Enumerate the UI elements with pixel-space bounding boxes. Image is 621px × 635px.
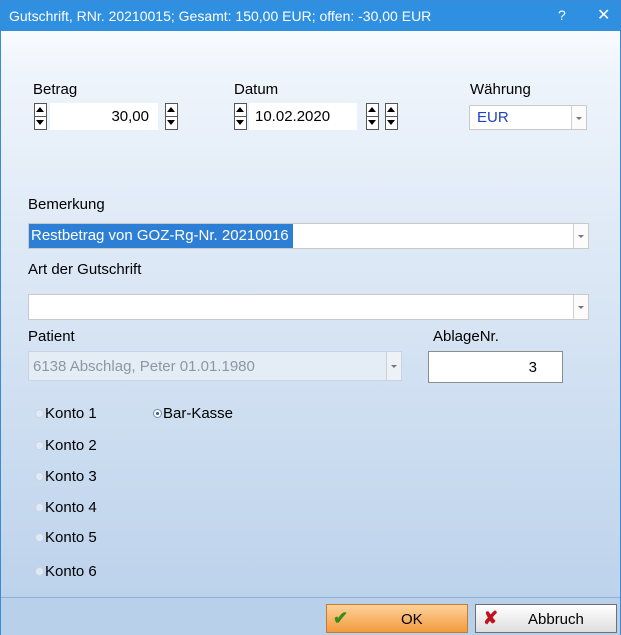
close-button[interactable]: ✕: [597, 5, 610, 25]
gutschrift-dialog: Gutschrift, RNr. 20210015; Gesamt: 150,0…: [0, 0, 621, 635]
spin-up-icon[interactable]: [386, 104, 397, 117]
ablage-label: AblageNr.: [433, 328, 499, 345]
radio-icon[interactable]: [35, 472, 44, 481]
chevron-down-icon[interactable]: [573, 295, 588, 319]
waehrung-select[interactable]: EUR: [469, 105, 587, 130]
spin-up-icon[interactable]: [367, 104, 378, 117]
spin-up-icon[interactable]: [166, 104, 177, 117]
cancel-label: Abbruch: [528, 611, 584, 628]
patient-label: Patient: [28, 328, 75, 345]
ablage-input[interactable]: 3: [428, 351, 563, 383]
betrag-input[interactable]: 30,00: [50, 103, 158, 130]
betrag-label: Betrag: [33, 81, 78, 98]
title-bar: Gutschrift, RNr. 20210015; Gesamt: 150,0…: [1, 1, 620, 31]
bemerkung-select[interactable]: Restbetrag von GOZ-Rg-Nr. 20210016: [28, 223, 589, 249]
chevron-down-icon[interactable]: [386, 352, 401, 380]
checkmark-icon: ✔: [333, 608, 349, 628]
radio-icon[interactable]: [35, 533, 44, 542]
datum-spinner-left[interactable]: [234, 103, 247, 130]
betrag-spinner-right[interactable]: [165, 103, 178, 130]
radio-label: Konto 6: [45, 563, 97, 580]
radio-label: Bar-Kasse: [163, 405, 234, 422]
betrag-value: 30,00: [111, 108, 149, 125]
waehrung-label: Währung: [470, 81, 531, 98]
radio-label: Konto 5: [45, 529, 97, 546]
radio-label: Konto 1: [45, 405, 97, 422]
spin-down-icon[interactable]: [235, 117, 246, 129]
radio-label: Konto 4: [45, 499, 97, 516]
patient-select[interactable]: 6138 Abschlag, Peter 01.01.1980: [28, 351, 402, 381]
spin-up-icon[interactable]: [235, 104, 246, 117]
radio-label: Konto 3: [45, 468, 97, 485]
datum-input[interactable]: 10.02.2020: [249, 103, 357, 130]
bemerkung-value: Restbetrag von GOZ-Rg-Nr. 20210016: [29, 224, 293, 248]
radio-icon[interactable]: [35, 503, 44, 512]
datum-label: Datum: [234, 81, 279, 98]
art-label: Art der Gutschrift: [28, 261, 142, 278]
spin-down-icon[interactable]: [35, 117, 46, 129]
chevron-down-icon[interactable]: [573, 224, 588, 248]
radio-icon[interactable]: [35, 409, 44, 418]
help-button[interactable]: ?: [558, 7, 566, 23]
radio-label: Konto 2: [45, 437, 97, 454]
chevron-down-icon[interactable]: [571, 106, 586, 129]
spin-down-icon[interactable]: [166, 117, 177, 129]
ok-button[interactable]: ✔ OK: [326, 604, 468, 633]
betrag-spinner-left[interactable]: [34, 103, 47, 130]
datum-value: 10.02.2020: [255, 108, 331, 125]
ok-label: OK: [401, 611, 423, 628]
radio-selected-icon[interactable]: [153, 409, 162, 418]
ablage-value: 3: [528, 359, 537, 376]
spin-down-icon[interactable]: [367, 117, 378, 129]
window-title: Gutschrift, RNr. 20210015; Gesamt: 150,0…: [9, 8, 432, 24]
close-x-icon: ✘: [483, 608, 499, 628]
art-select[interactable]: [28, 294, 589, 320]
datum-spinner-mid[interactable]: [366, 103, 379, 130]
waehrung-value: EUR: [477, 109, 509, 126]
spin-down-icon[interactable]: [386, 117, 397, 129]
cancel-button[interactable]: ✘ Abbruch: [475, 604, 617, 633]
bemerkung-label: Bemerkung: [28, 196, 105, 213]
radio-icon[interactable]: [35, 567, 44, 576]
spin-up-icon[interactable]: [35, 104, 46, 117]
patient-value: 6138 Abschlag, Peter 01.01.1980: [33, 358, 255, 375]
datum-spinner-right[interactable]: [385, 103, 398, 130]
radio-icon[interactable]: [35, 441, 44, 450]
